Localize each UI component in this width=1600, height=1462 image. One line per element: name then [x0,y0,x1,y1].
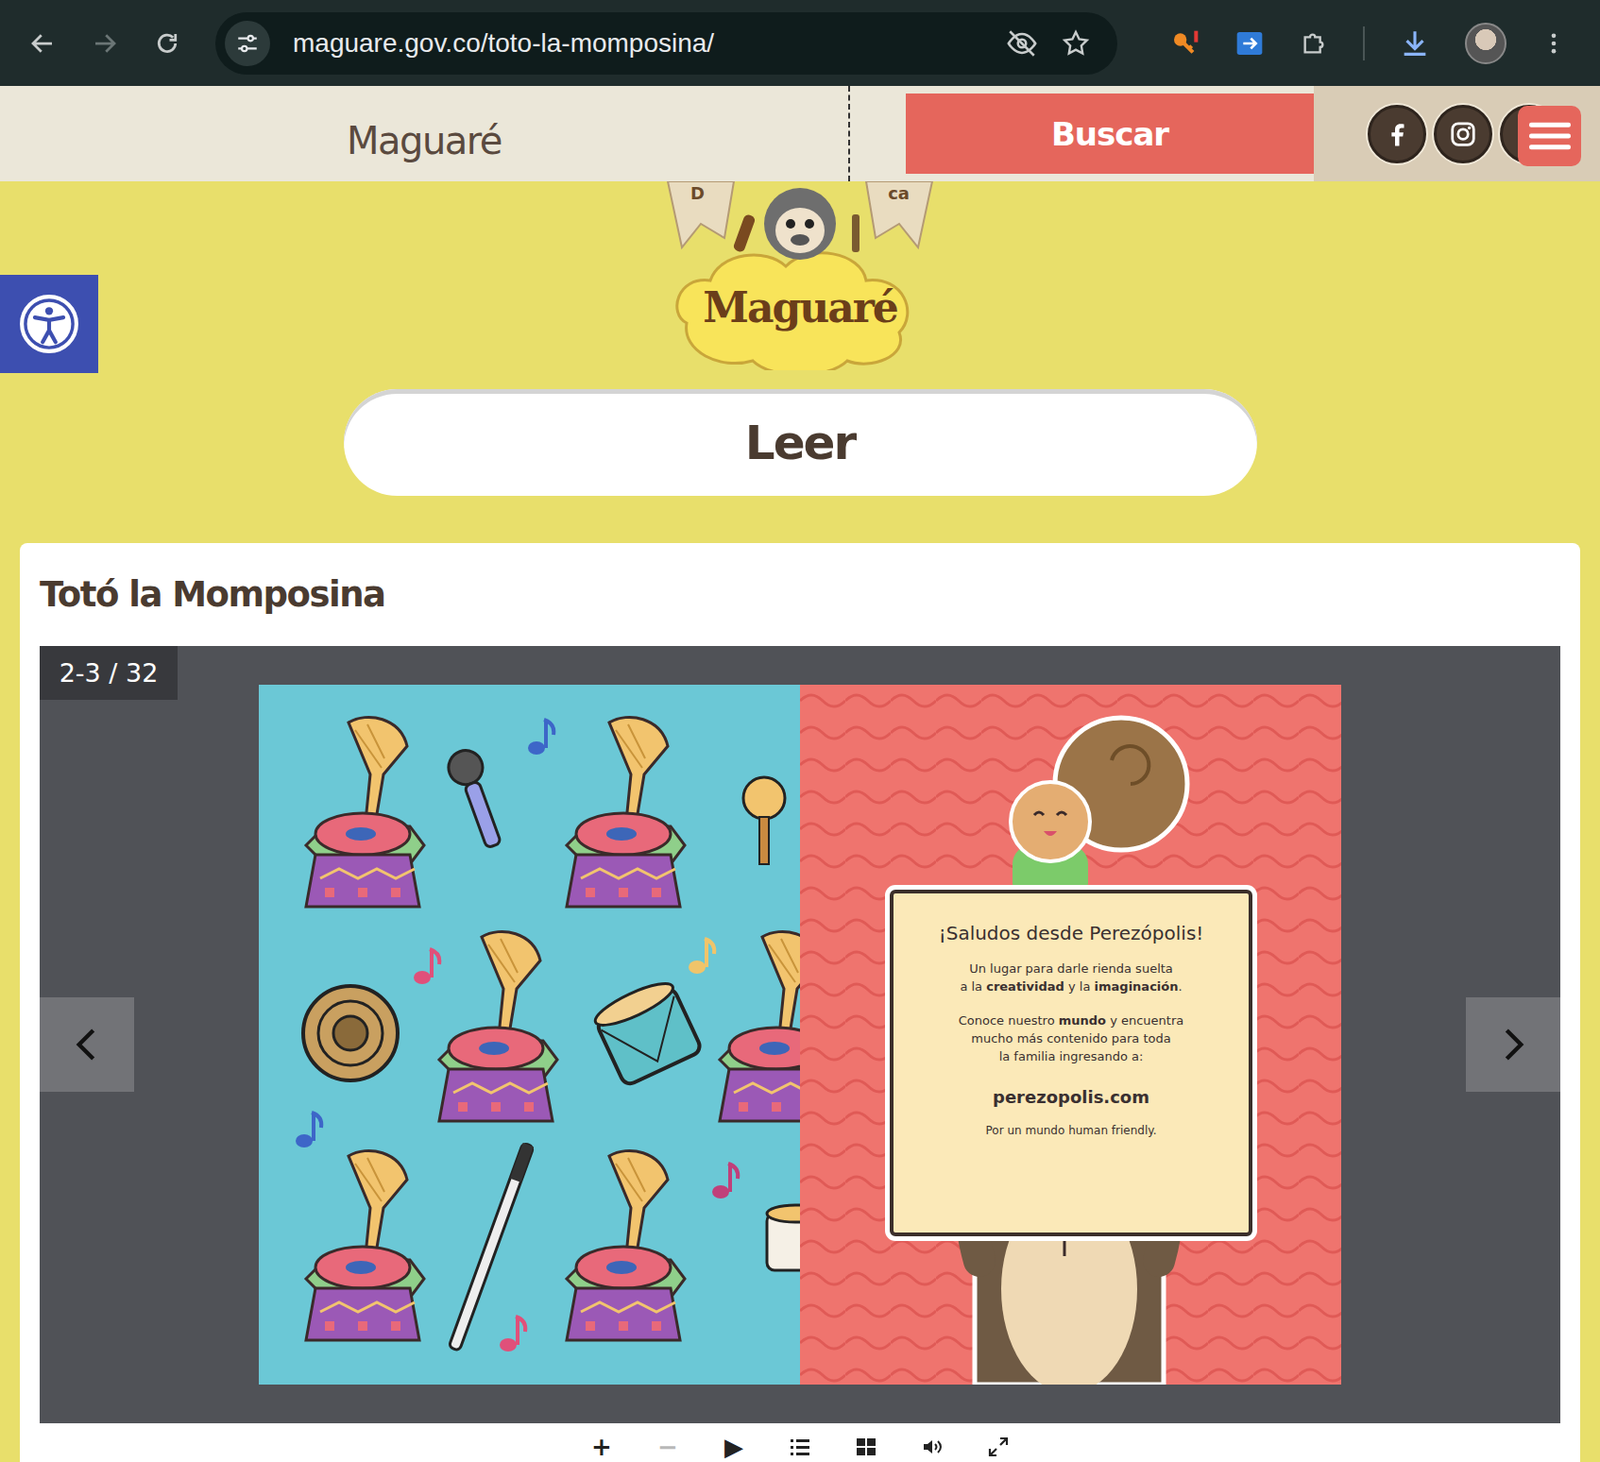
accessibility-icon [17,292,81,356]
zoom-in-button[interactable]: + [578,1432,625,1462]
facebook-icon [1382,119,1412,149]
brand-area: Maguaré [0,85,851,182]
logo-banner-text: D [690,183,705,204]
page-counter: 2-3 / 32 [39,646,178,700]
note-line: Un lugar para darle rienda suelta [959,959,1182,978]
play-button[interactable]: ▶ [711,1432,757,1462]
zoom-out-button[interactable]: − [645,1432,691,1462]
maraca-icon [743,777,785,865]
music-note-icon [295,1112,322,1148]
back-arrow-icon[interactable] [28,29,57,58]
extension-area [1170,22,1567,65]
profile-avatar[interactable] [1464,22,1507,65]
key-extension-icon[interactable] [1170,28,1201,59]
maguare-logo[interactable]: Dca Maguaré [0,181,1600,390]
instagram-icon [1448,119,1478,149]
viewer-toolbar: +−▶ [39,1423,1561,1462]
music-note-icon [413,949,440,985]
site-header: Maguaré Buscar [0,85,1600,182]
toc-button[interactable] [777,1432,823,1462]
note-footer: Por un mundo human friendly. [986,1123,1158,1138]
facebook-link[interactable] [1367,104,1427,164]
search-area: Buscar [850,85,1314,182]
thumbnails-button[interactable] [843,1432,889,1462]
brand-link[interactable]: Maguaré [346,119,502,163]
note-line: Conoce nuestro mundo y encuentra [958,1011,1185,1030]
toolbar-divider [1362,26,1365,61]
browser-window: maguare.gov.co/toto-la-momposina/Maguaré… [0,0,1600,1462]
sound-button[interactable] [909,1432,955,1462]
social-links [1313,85,1600,182]
gramophone-icon [439,931,558,1122]
microphone-icon [443,746,511,852]
hamburger-icon [1529,119,1571,153]
music-note-icon [712,1163,738,1199]
forward-arrow-icon[interactable] [90,29,120,58]
search-button[interactable]: Buscar [905,93,1314,174]
next-page-button[interactable] [1465,997,1561,1092]
accessibility-button[interactable] [0,274,99,374]
browser-toolbar: maguare.gov.co/toto-la-momposina/ [0,0,1600,86]
note-paragraph: Conoce nuestro mundo y encuentramucho má… [958,1011,1185,1066]
more-vertical-icon[interactable] [1540,30,1567,57]
logo-banner-text: ca [887,183,910,204]
previous-page-button[interactable] [39,997,135,1092]
translate-extension-icon[interactable] [1234,28,1265,59]
right-page: ¡Saludos desde Perezópolis! Un lugar para… [800,684,1342,1385]
squirrel-icon [1010,717,1188,907]
note-link: perezopolis.com [992,1087,1150,1107]
fullscreen-button[interactable] [975,1432,1022,1462]
drum-icon [591,976,703,1088]
menu-button[interactable] [1517,105,1582,167]
gramophone-icon [719,931,800,1122]
hat-icon [303,986,398,1081]
gramophone-icon [566,1150,685,1341]
note-title: ¡Saludos desde Perezópolis! [938,921,1205,945]
monkey-logo-icon [658,181,942,371]
music-pattern-icon [258,684,800,1385]
gramophone-icon [306,716,425,907]
eye-off-icon[interactable] [1005,27,1039,60]
small-drum-icon [766,1205,800,1271]
music-note-icon [527,719,554,755]
note-line: mucho más contenido para toda [958,1029,1185,1048]
chevron-left-icon [68,1025,106,1064]
site-info-button[interactable] [224,20,271,67]
instagram-link[interactable] [1433,104,1493,164]
gramophone-icon [566,716,685,907]
list-icon [788,1435,812,1459]
star-icon[interactable] [1060,28,1091,59]
download-icon[interactable] [1398,27,1431,60]
fullscreen-icon [987,1435,1010,1459]
tune-icon [235,31,260,56]
url-text[interactable]: maguare.gov.co/toto-la-momposina/ [292,28,984,59]
book-title: Totó la Momposina [39,543,1561,647]
logo-text: Maguaré [658,283,942,332]
note-line: la familia ingresando a: [958,1047,1185,1066]
left-page [258,684,800,1385]
greeting-note: ¡Saludos desde Perezópolis! Un lugar para… [889,889,1253,1237]
puzzle-icon[interactable] [1298,28,1329,59]
music-note-icon [499,1316,526,1352]
page-spread: ¡Saludos desde Perezópolis! Un lugar para… [258,684,1342,1385]
main-content: Dca Maguaré Leer Totó la Momposina2-3 / 32 ¡… [0,181,1600,1462]
chevron-right-icon [1494,1025,1532,1064]
book-card: Totó la Momposina2-3 / 32 ¡Saludos desde … [19,543,1581,1462]
note-line: a la creatividad y la imaginación. [959,977,1182,996]
music-note-icon [688,938,715,974]
section-title: Leer [343,389,1258,496]
reload-icon[interactable] [153,29,182,58]
flute-icon [448,1142,534,1351]
gramophone-icon [306,1150,425,1341]
flipbook-viewer[interactable]: 2-3 / 32 ¡Saludos desde Perezópolis! Un lu… [39,646,1561,1424]
grid-icon [854,1435,878,1459]
speaker-icon [920,1435,944,1459]
address-bar[interactable]: maguare.gov.co/toto-la-momposina/ [215,12,1118,75]
note-paragraph: Un lugar para darle rienda sueltaa la cr… [959,959,1182,996]
